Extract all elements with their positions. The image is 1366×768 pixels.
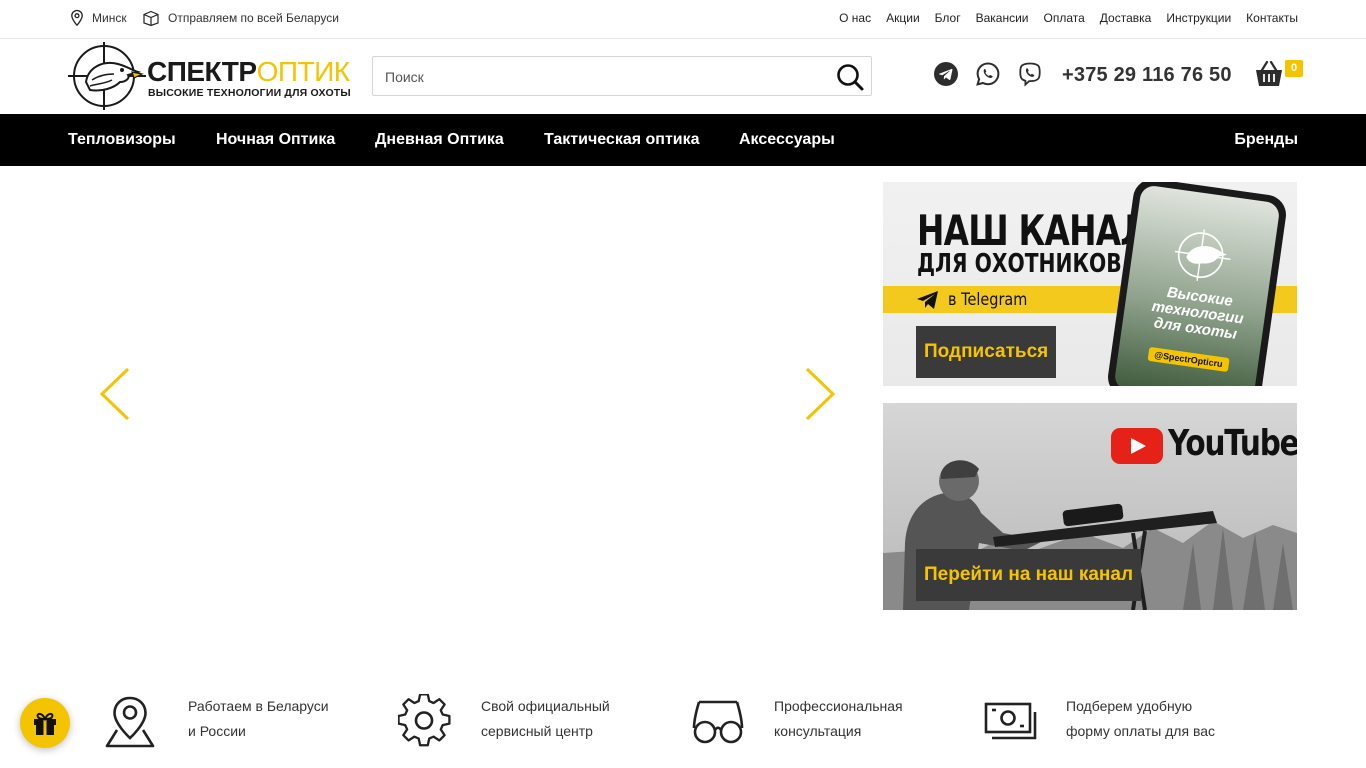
feature-line2: консультация bbox=[774, 723, 862, 739]
feature-line2: форму оплаты для вас bbox=[1066, 723, 1216, 739]
nav-item-brands[interactable]: Бренды bbox=[1234, 131, 1298, 149]
nav-item-tactical-optics[interactable]: Тактическая оптика bbox=[544, 131, 700, 149]
youtube-banner[interactable]: YouTube Перейти на наш канал bbox=[883, 403, 1297, 610]
logo-slogan: ВЫСОКИЕ ТЕХНОЛОГИИ ДЛЯ ОХОТЫ bbox=[148, 87, 351, 99]
youtube-logo-icon bbox=[1111, 428, 1163, 464]
gear-icon bbox=[398, 694, 451, 747]
link-promotions[interactable]: Акции bbox=[886, 11, 920, 25]
search-icon[interactable] bbox=[835, 62, 865, 92]
eagle-crosshair-logo-icon bbox=[68, 42, 146, 110]
logo-text: СПЕКТРОПТИК bbox=[147, 58, 350, 86]
box-icon bbox=[143, 10, 159, 27]
glasses-icon bbox=[692, 700, 744, 744]
nav-item-thermal[interactable]: Тепловизоры bbox=[68, 131, 176, 149]
feature-text: Свой официальный сервисный центр bbox=[481, 694, 661, 744]
feature-line2: сервисный центр bbox=[481, 723, 593, 739]
city-selector[interactable]: Минск bbox=[68, 9, 127, 27]
nav-item-day-optics[interactable]: Дневная Оптика bbox=[375, 131, 504, 149]
link-contacts[interactable]: Контакты bbox=[1246, 11, 1298, 25]
nav-item-accessories[interactable]: Аксессуары bbox=[739, 131, 835, 149]
banner-telegram-label: в Telegram bbox=[948, 290, 1028, 310]
feature-line2: и России bbox=[188, 723, 246, 739]
telegram-icon[interactable] bbox=[933, 61, 959, 87]
money-icon bbox=[984, 702, 1037, 740]
phone-number[interactable]: +375 29 116 76 50 bbox=[1062, 64, 1232, 87]
youtube-wordmark: YouTube bbox=[1168, 423, 1297, 464]
feature-line1: Работаем в Беларуси bbox=[188, 698, 329, 714]
phone-screen-text: Высокие технологии для охоты bbox=[1150, 283, 1245, 343]
telegram-banner[interactable]: НАШ КАНАЛ ДЛЯ ОХОТНИКОВ в Telegram Высок… bbox=[883, 182, 1297, 386]
feature-text: Подберем удобную форму оплаты для вас bbox=[1066, 694, 1246, 744]
link-delivery[interactable]: Доставка bbox=[1100, 11, 1152, 25]
feature-line1: Свой официальный bbox=[481, 698, 610, 714]
gift-button[interactable] bbox=[20, 698, 70, 748]
banner-subtitle: ДЛЯ ОХОТНИКОВ bbox=[917, 249, 1122, 279]
telegram-plane-icon bbox=[917, 291, 938, 309]
link-about[interactable]: О нас bbox=[839, 11, 871, 25]
search-box bbox=[372, 56, 872, 96]
site-logo[interactable]: СПЕКТРОПТИК ВЫСОКИЕ ТЕХНОЛОГИИ ДЛЯ ОХОТЫ bbox=[68, 42, 351, 110]
phone-mockup-image: Высокие технологии для охоты @SpectrOpti… bbox=[1105, 182, 1289, 386]
top-bar: Минск Отправляем по всей Беларуси О нас … bbox=[0, 0, 1366, 39]
viber-icon[interactable] bbox=[1017, 61, 1043, 87]
cart-basket-icon[interactable] bbox=[1253, 59, 1285, 89]
link-blog[interactable]: Блог bbox=[935, 11, 961, 25]
feature-text: Работаем в Беларуси и России bbox=[188, 694, 368, 744]
link-vacancies[interactable]: Вакансии bbox=[976, 11, 1029, 25]
whatsapp-icon[interactable] bbox=[975, 61, 1001, 87]
feature-text: Профессиональная консультация bbox=[774, 694, 954, 744]
link-instructions[interactable]: Инструкции bbox=[1166, 11, 1231, 25]
top-links: О нас Акции Блог Вакансии Оплата Доставк… bbox=[839, 11, 1298, 25]
nav-item-night-optics[interactable]: Ночная Оптика bbox=[216, 131, 335, 149]
city-label: Минск bbox=[92, 11, 127, 25]
header: СПЕКТРОПТИК ВЫСОКИЕ ТЕХНОЛОГИИ ДЛЯ ОХОТЫ… bbox=[0, 39, 1366, 114]
logo-text-dark: СПЕКТР bbox=[147, 56, 257, 87]
search-input[interactable] bbox=[385, 66, 825, 88]
phone-screen: Высокие технологии для охоты @SpectrOpti… bbox=[1113, 184, 1281, 386]
go-to-channel-button[interactable]: Перейти на наш канал bbox=[916, 549, 1142, 601]
map-pin-icon bbox=[105, 696, 155, 748]
slider-next-chevron-icon[interactable] bbox=[803, 366, 837, 422]
subscribe-button[interactable]: Подписаться bbox=[916, 326, 1057, 378]
phone-screen-tag: @SpectrOpticru bbox=[1147, 346, 1230, 372]
shipping-info: Отправляем по всей Беларуси bbox=[142, 9, 339, 27]
logo-text-yellow: ОПТИК bbox=[256, 56, 350, 87]
eagle-logo-icon bbox=[1174, 229, 1231, 281]
feature-line1: Профессиональная bbox=[774, 698, 903, 714]
hero-slider bbox=[68, 166, 868, 626]
banner-title: НАШ КАНАЛ bbox=[917, 206, 1148, 255]
cart-count-badge: 0 bbox=[1285, 60, 1303, 77]
slider-prev-chevron-icon[interactable] bbox=[98, 366, 132, 422]
feature-line1: Подберем удобную bbox=[1066, 698, 1193, 714]
gift-icon bbox=[34, 712, 56, 735]
link-payment[interactable]: Оплата bbox=[1044, 11, 1085, 25]
location-pin-icon bbox=[71, 9, 83, 27]
shipping-label: Отправляем по всей Беларуси bbox=[168, 11, 339, 25]
main-nav: Тепловизоры Ночная Оптика Дневная Оптика… bbox=[0, 114, 1366, 166]
